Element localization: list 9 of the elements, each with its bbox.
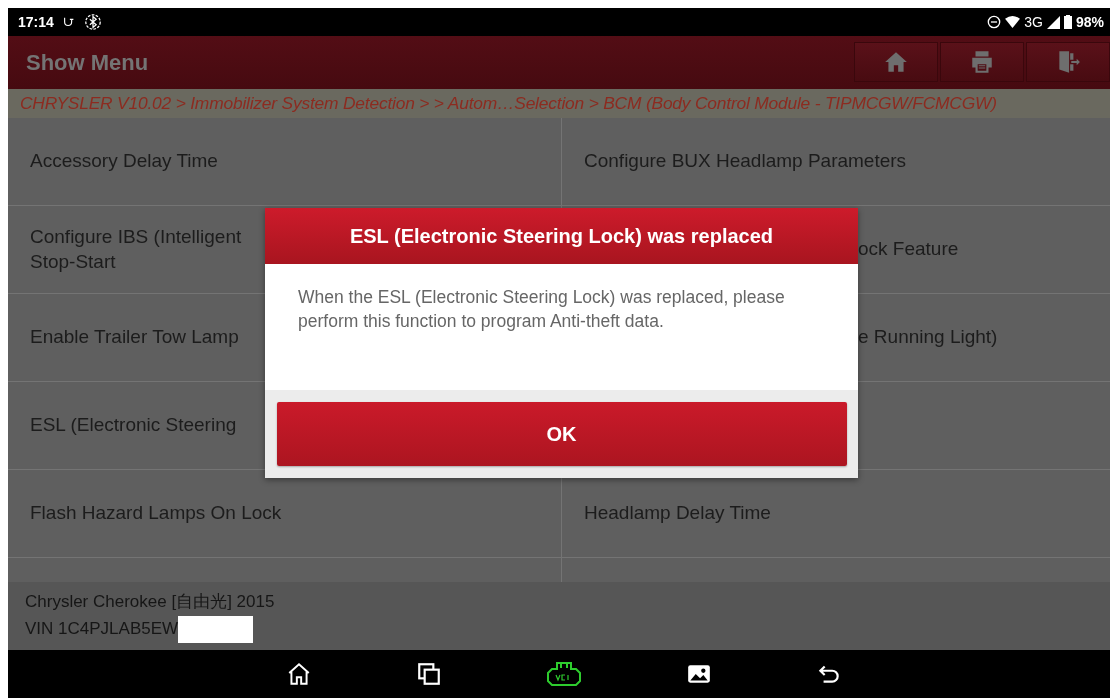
vin-number: VIN 1C4PJLAB5EW xyxy=(25,619,179,639)
battery-percent: 98% xyxy=(1075,14,1104,30)
header-title: Show Menu xyxy=(26,49,150,76)
vehicle-name: Chrysler Cherokee [自由光] 2015 xyxy=(25,590,276,613)
breadcrumb-path: CHRYSLER V10.02 > Immobilizer System Detection > > Autom…Selection > BCM (Body Control Module - TIPMCGW/FCMCGW) xyxy=(19,92,998,114)
dialog-title: ESL (Electronic Steering Lock) was replaced xyxy=(265,208,858,264)
status-time: 17:14 xyxy=(18,14,54,30)
network-type: 3G xyxy=(1024,14,1043,30)
dialog-message: When the ESL (Electronic Steering Lock) was replaced, please perform this function to program Anti-theft data. xyxy=(297,286,786,333)
